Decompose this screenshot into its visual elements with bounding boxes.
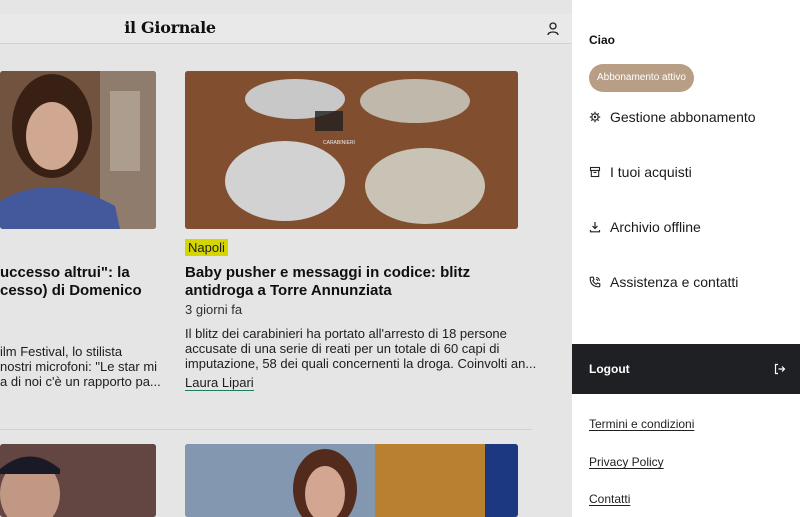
archive-box-icon <box>589 166 601 178</box>
phone-icon <box>589 276 601 288</box>
menu-item-label: Archivio offline <box>610 219 701 235</box>
page-overlay[interactable] <box>0 0 572 517</box>
menu-item-purchases[interactable]: I tuoi acquisti <box>589 162 692 182</box>
menu-item-subscription[interactable]: Gestione abbonamento <box>589 107 756 127</box>
side-menu: Ciao Abbonamento attivo Gestione abbonam… <box>572 0 800 517</box>
logout-icon <box>774 363 786 375</box>
menu-item-label: I tuoi acquisti <box>610 164 692 180</box>
menu-item-support[interactable]: Assistenza e contatti <box>589 272 738 292</box>
gear-icon <box>589 111 601 123</box>
menu-item-offline-archive[interactable]: Archivio offline <box>589 217 701 237</box>
privacy-policy-link[interactable]: Privacy Policy <box>589 455 664 469</box>
menu-item-label: Gestione abbonamento <box>610 109 756 125</box>
background-page: il Giornale uccesso altrui": la cesso) d… <box>0 0 572 517</box>
logout-button[interactable]: Logout <box>572 344 800 394</box>
logout-label: Logout <box>589 362 630 376</box>
terms-link[interactable]: Termini e condizioni <box>589 417 694 431</box>
menu-item-label: Assistenza e contatti <box>610 274 739 290</box>
subscription-badge: Abbonamento attivo <box>589 64 694 92</box>
download-icon <box>589 222 601 233</box>
contacts-link[interactable]: Contatti <box>589 492 630 506</box>
greeting: Ciao <box>589 33 616 47</box>
